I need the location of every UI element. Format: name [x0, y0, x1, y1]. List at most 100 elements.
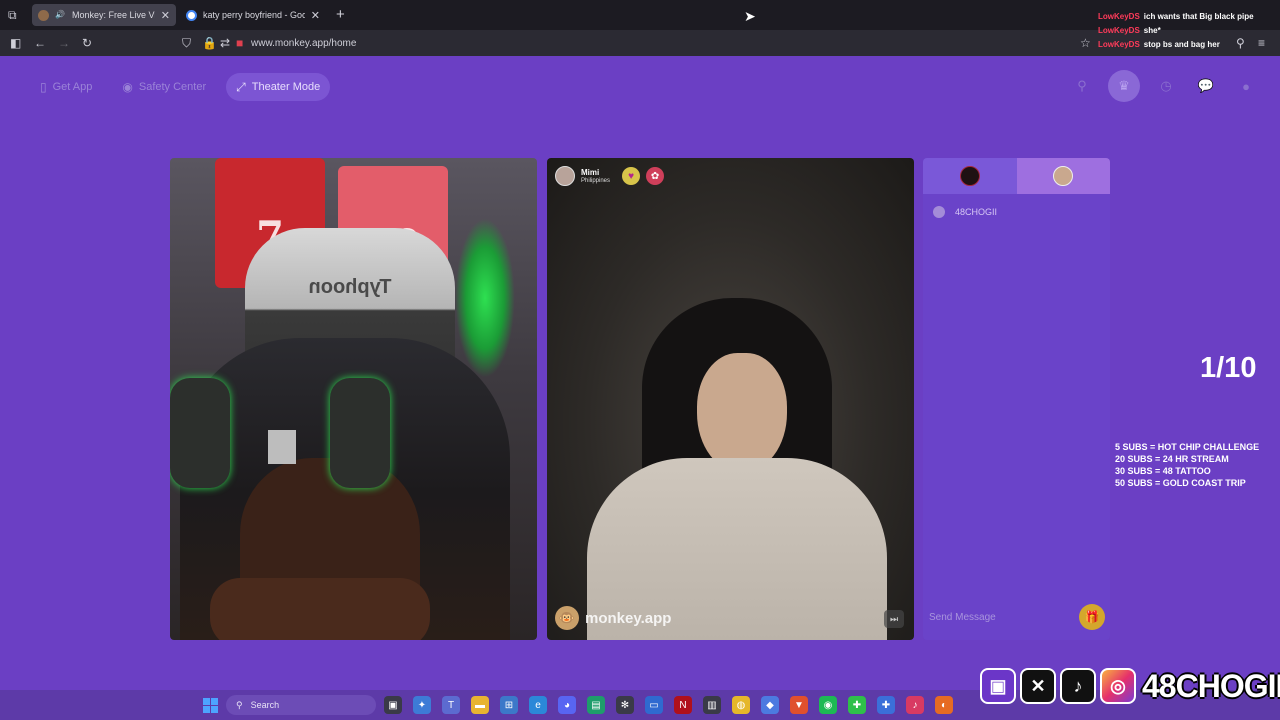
mouse-cursor-icon: ➤ [744, 8, 756, 24]
search-icon[interactable]: ⚲ [1068, 72, 1096, 100]
new-tab-icon[interactable]: + [336, 6, 345, 23]
remote-video-feed: Mimi Philippines ♥ ✿ 🐵 monkey.app ⏭ [547, 158, 914, 640]
caller-name: Mimi [581, 167, 600, 177]
theater-mode-button[interactable]: ⤢ Theater Mode [226, 73, 331, 101]
monkey-logo-icon: 🐵 [555, 606, 579, 630]
chat-username: LowKeyDS [1098, 26, 1140, 35]
reload-icon[interactable]: ↻ [82, 36, 92, 50]
chat-message: she* [1143, 26, 1161, 35]
windows-start-icon[interactable] [203, 698, 219, 714]
chat-username: LowKeyDS [1098, 40, 1140, 49]
local-video-feed: 7 10 Typhoon [170, 158, 537, 640]
discord-icon[interactable]: ◕ [558, 696, 576, 714]
url-bar[interactable]: www.monkey.app/home [251, 38, 356, 49]
lock-icon[interactable]: 🔒 [202, 36, 217, 50]
netflix-icon[interactable]: N [674, 696, 692, 714]
task-view-icon[interactable]: ▣ [384, 696, 402, 714]
taskbar-search[interactable]: ⚲ Search [226, 695, 376, 715]
store-icon[interactable]: ⊞ [500, 696, 518, 714]
taskbar-search-label: Search [250, 700, 280, 710]
headset-left [170, 378, 230, 488]
search-icon: ⚲ [236, 699, 243, 710]
social-handles: ▣ ✕ ♪ ◎ 48CHOGII [980, 668, 1280, 704]
tiktok-icon[interactable]: ♪ [906, 696, 924, 714]
caller-country: Philippines [581, 177, 611, 184]
caller-info[interactable]: Mimi Philippines ♥ ✿ [555, 166, 665, 186]
close-tab-icon[interactable]: ✕ [311, 9, 320, 22]
rose-icon[interactable]: ✿ [646, 167, 665, 185]
participant-avatar [1053, 166, 1074, 186]
forward-icon[interactable]: → [58, 36, 70, 50]
skip-icon[interactable]: ⏭ [884, 610, 904, 628]
streamer-hands [210, 578, 430, 640]
avatar [933, 206, 945, 218]
bookmark-star-icon[interactable]: ☆ [1080, 36, 1091, 50]
message-username: 48CHOGII [955, 207, 998, 217]
sidebar-icon[interactable]: ◧ [10, 36, 21, 50]
tab-list-icon[interactable]: ⧉ [8, 8, 17, 22]
teams-icon[interactable]: T [442, 696, 460, 714]
expand-icon: ⤢ [236, 79, 246, 94]
x-icon: ✕ [1020, 668, 1056, 704]
remote-face [697, 353, 787, 473]
get-app-button[interactable]: ▯ Get App [30, 73, 102, 101]
spotify-icon[interactable]: ◉ [819, 696, 837, 714]
social-handle-text: 48CHOGII [1142, 668, 1280, 704]
google-favicon-icon [186, 9, 197, 21]
stream-chat-line: LowKeyDS she* [1098, 24, 1280, 38]
firefox-icon[interactable]: ◐ [935, 696, 953, 714]
chat-input-row: 🎁 [929, 600, 1105, 634]
heart-icon[interactable]: ♥ [622, 167, 641, 185]
sub-goal: 20 SUBS = 24 HR STREAM [1115, 454, 1229, 464]
messages-icon[interactable]: 💬 [1192, 72, 1220, 100]
cap-patch [268, 430, 296, 464]
crown-icon[interactable]: ♛ [1108, 70, 1140, 102]
chatgpt-icon[interactable]: ✻ [616, 696, 634, 714]
phone-icon: ▯ [40, 80, 47, 94]
app-icon[interactable]: ▤ [587, 696, 605, 714]
chat-message: ich wants that Big black pipe [1143, 12, 1254, 21]
permissions-icon[interactable]: ⇄ [220, 36, 230, 50]
participant-avatar [959, 166, 980, 186]
tiktok-icon: ♪ [1060, 668, 1096, 704]
chat-participant-tabs [923, 158, 1110, 194]
chair-brand-text: Typhoon [308, 276, 392, 298]
monkey-favicon-icon [38, 9, 49, 21]
stream-chat-line: LowKeyDS stop bs and bag her [1098, 38, 1280, 52]
tab-google[interactable]: katy perry boyfriend - Google S ✕ [180, 4, 326, 26]
close-tab-icon[interactable]: ✕ [161, 9, 170, 22]
chat-panel: 48CHOGII 🎁 [923, 158, 1110, 640]
participant-tab-remote[interactable] [1016, 158, 1110, 194]
gift-icon[interactable]: 🎁 [1079, 604, 1105, 630]
edge-icon[interactable]: e [529, 696, 547, 714]
tab-monkey[interactable]: 🔊 Monkey: Free Live Video Ch ✕ [32, 4, 176, 26]
stream-chat-line: LowKeyDS ich wants that Big black pipe [1098, 10, 1280, 24]
file-explorer-icon[interactable]: ▬ [471, 696, 489, 714]
tab-title: Monkey: Free Live Video Ch [72, 10, 155, 20]
app-icon[interactable]: ▥ [703, 696, 721, 714]
stream-chat-overlay: LowKeyDS ich wants that Big black pipe Lo… [1098, 10, 1280, 52]
app-icon[interactable]: ✚ [848, 696, 866, 714]
monkey-watermark: 🐵 monkey.app [555, 606, 671, 630]
chat-username: LowKeyDS [1098, 12, 1140, 21]
camera-icon[interactable]: ■ [236, 36, 243, 50]
back-icon[interactable]: ← [34, 36, 46, 50]
chat-message-item: 48CHOGII [933, 206, 997, 218]
safety-icon: ◉ [122, 80, 133, 94]
chrome-icon[interactable]: ◍ [732, 696, 750, 714]
send-message-input[interactable] [929, 605, 1079, 629]
app-icon[interactable]: ◆ [761, 696, 779, 714]
app-icon[interactable]: ✚ [877, 696, 895, 714]
copilot-icon[interactable]: ✦ [413, 696, 431, 714]
caller-avatar[interactable] [555, 166, 575, 186]
history-icon[interactable]: ◷ [1152, 72, 1180, 100]
safety-center-button[interactable]: ◉ Safety Center [112, 73, 216, 101]
browser-toolbar: ◧ ← → ↻ ⛉ 🔒 ⇄ ■ www.monkey.app/home ☆ ⚲ … [0, 30, 1280, 56]
get-app-label: Get App [52, 81, 93, 93]
brave-icon[interactable]: ▼ [790, 696, 808, 714]
profile-avatar-icon[interactable]: ● [1232, 72, 1260, 100]
audio-icon[interactable]: 🔊 [55, 10, 66, 21]
participant-tab-self[interactable] [923, 158, 1017, 194]
window-icon[interactable]: ▭ [645, 696, 663, 714]
shield-icon[interactable]: ⛉ [182, 36, 191, 50]
